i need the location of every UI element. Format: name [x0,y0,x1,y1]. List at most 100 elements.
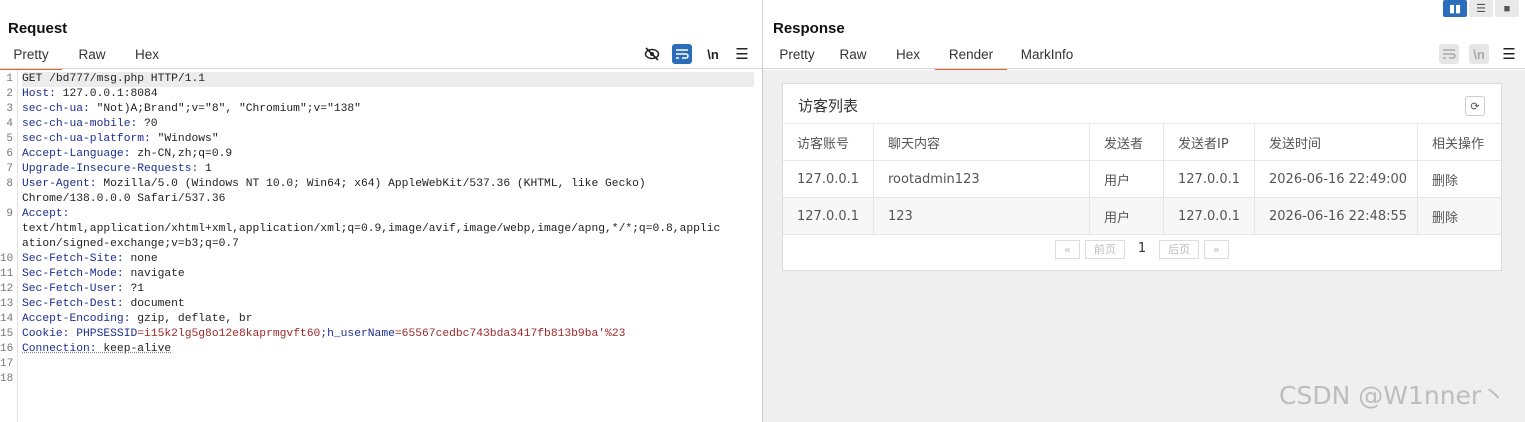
request-line: Cookie: PHPSESSID=i15k2lg5g8o12e8kaprmgv… [22,328,626,340]
request-line: Accept: [22,208,70,220]
line-number: 3 [6,103,13,115]
request-line: Connection: keep-alive [22,343,172,355]
cell-ip: 127.0.0.1 [1163,197,1255,235]
request-pane: Request Pretty Raw Hex \n ☰ GET /bd777/m… [0,0,762,422]
col-sender: 发送者 [1089,124,1164,161]
line-number: 17 [0,358,14,370]
col-send-time: 发送时间 [1254,124,1418,161]
line-number: 11 [0,268,14,280]
cell-account: 127.0.0.1 [783,160,874,198]
line-number: 13 [0,298,14,310]
line-number: 4 [6,118,13,130]
response-tabs: Pretty Raw Hex Render MarkInfo [769,44,1087,70]
table-row: 127.0.0.1 123 用户 127.0.0.1 2026-06-16 22… [783,197,1501,235]
request-tabs: Pretty Raw Hex [0,44,172,70]
line-number: 14 [0,313,14,325]
wrap-icon[interactable] [1439,44,1459,64]
tab-divider [0,68,762,69]
cell-ip: 127.0.0.1 [1163,160,1255,198]
col-visitor-account: 访客账号 [783,124,874,161]
first-page-button[interactable]: « [1055,240,1080,259]
col-sender-ip: 发送者IP [1163,124,1255,161]
prev-page-button[interactable]: 前页 [1084,240,1125,259]
request-line: Chrome/138.0.0.0 Safari/537.36 [22,193,226,205]
tab-markinfo[interactable]: MarkInfo [1007,44,1087,68]
request-line: Host: 127.0.0.1:8084 [22,88,158,100]
tab-divider [763,68,1525,69]
line-number: 10 [0,253,14,265]
request-line: Accept-Encoding: gzip, deflate, br [22,313,253,325]
request-title: Request [8,20,68,37]
single-icon[interactable]: ■ [1495,0,1519,17]
split-vertical-icon[interactable]: ▮▮ [1443,0,1467,17]
visitor-table: 访客账号 聊天内容 发送者 发送者IP 发送时间 相关操作 127.0.0.1 … [783,124,1501,235]
tab-render[interactable]: Render [935,44,1007,70]
line-number: 7 [6,163,13,175]
response-pane: ▮▮ ☰ ■ Response Pretty Raw Hex Render Ma… [763,0,1525,422]
refresh-icon[interactable]: ⟳ [1465,96,1485,116]
next-page-button[interactable]: 后页 [1159,240,1200,259]
cell-content: rootadmin123 [873,160,1090,198]
request-line [22,372,754,387]
pagination: « 前页 1 后页 » [783,240,1501,259]
request-line: User-Agent: Mozilla/5.0 (Windows NT 10.0… [22,178,646,190]
response-title: Response [773,20,845,37]
tab-hex[interactable]: Hex [122,44,172,68]
col-chat-content: 聊天内容 [873,124,1090,161]
card-title: 访客列表 [798,97,859,115]
delete-link[interactable]: 删除 [1417,197,1501,235]
request-line: text/html,application/xhtml+xml,applicat… [22,223,721,235]
watermark: CSDN @W1nner丶 [1279,381,1507,410]
request-line: sec-ch-ua-platform: "Windows" [22,133,219,145]
cell-sender: 用户 [1089,197,1164,235]
line-number: 16 [0,343,14,355]
request-line: Sec-Fetch-User: ?1 [22,283,145,295]
table-row: 127.0.0.1 rootadmin123 用户 127.0.0.1 2026… [783,160,1501,198]
request-line: sec-ch-ua-mobile: ?0 [22,118,158,130]
request-lines: GET /bd777/msg.php HTTP/1.1 Host: 127.0.0… [22,72,754,387]
menu-icon[interactable]: ☰ [732,44,752,64]
current-page: 1 [1129,240,1155,257]
request-line: ation/signed-exchange;v=b3;q=0.7 [22,238,239,250]
request-editor[interactable]: GET /bd777/msg.php HTTP/1.1 Host: 127.0.0… [0,70,762,422]
cell-sender: 用户 [1089,160,1164,198]
line-number: 8 [6,178,13,190]
tab-raw[interactable]: Raw [825,44,881,68]
request-line: GET /bd777/msg.php HTTP/1.1 [22,72,754,87]
tab-raw[interactable]: Raw [62,44,122,68]
wrap-icon[interactable] [672,44,692,64]
line-number: 6 [6,148,13,160]
cell-time: 2026-06-16 22:48:55 [1254,197,1418,235]
request-line: Accept-Language: zh-CN,zh;q=0.9 [22,148,233,160]
menu-icon[interactable]: ☰ [1499,44,1519,64]
render-view: 访客列表 ⟳ 访客账号 聊天内容 发送者 发送者IP 发送时间 相关操作 127… [763,70,1525,422]
request-line: sec-ch-ua: "Not)A;Brand";v="8", "Chromiu… [22,103,361,115]
split-horizontal-icon[interactable]: ☰ [1469,0,1493,17]
cell-time: 2026-06-16 22:49:00 [1254,160,1418,198]
request-line: Sec-Fetch-Dest: document [22,298,185,310]
col-actions: 相关操作 [1417,124,1501,161]
line-number: 15 [0,328,14,340]
cell-account: 127.0.0.1 [783,197,874,235]
view-mode-switch: ▮▮ ☰ ■ [1443,0,1519,17]
tab-hex[interactable]: Hex [881,44,935,68]
tab-pretty[interactable]: Pretty [769,44,825,68]
line-number: 12 [0,283,14,295]
table-header-row: 访客账号 聊天内容 发送者 发送者IP 发送时间 相关操作 [783,124,1501,161]
cell-content: 123 [873,197,1090,235]
request-line [22,357,754,372]
line-number: 2 [6,88,13,100]
line-number: 18 [0,373,14,385]
delete-link[interactable]: 删除 [1417,160,1501,198]
line-number: 9 [6,208,13,220]
eye-slash-icon[interactable] [642,44,662,64]
line-number: 5 [6,133,13,145]
request-line: Sec-Fetch-Site: none [22,253,158,265]
request-line: Sec-Fetch-Mode: navigate [22,268,185,280]
line-number: 1 [6,73,13,85]
last-page-button[interactable]: » [1204,240,1229,259]
card-header: 访客列表 ⟳ [783,84,1501,124]
newline-toggle[interactable]: \n [703,44,723,64]
tab-pretty[interactable]: Pretty [0,44,62,70]
newline-toggle[interactable]: \n [1469,44,1489,64]
